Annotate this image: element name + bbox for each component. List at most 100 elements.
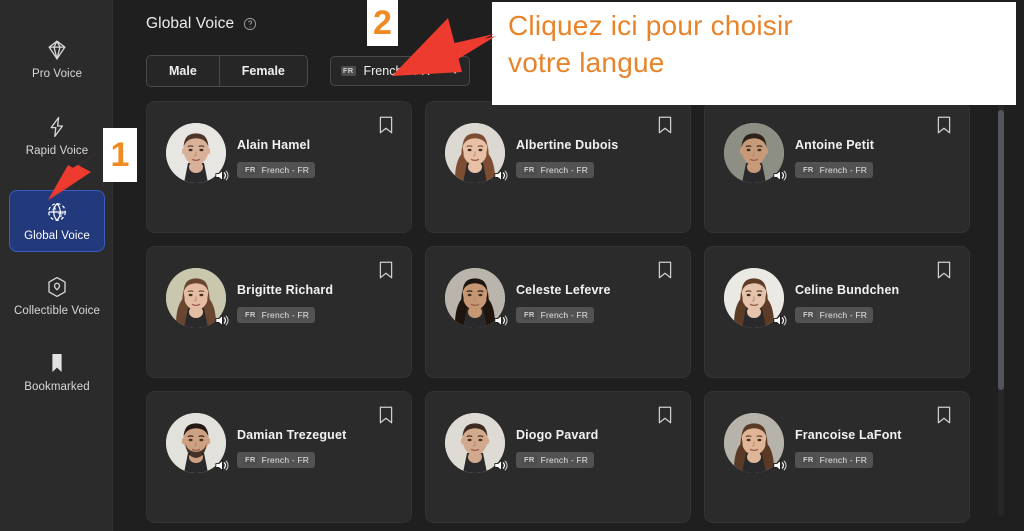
voice-language-label: French - FR [540, 455, 589, 465]
voice-card[interactable]: Francoise LaFont FR French - FR [704, 391, 970, 523]
avatar-wrapper [724, 413, 787, 473]
language-select-value: French - FR [363, 64, 431, 78]
voice-language-badge: FR French - FR [516, 452, 595, 468]
speaker-icon[interactable] [492, 312, 509, 329]
voice-language-badge: FR French - FR [237, 162, 316, 178]
chevron-down-icon [450, 68, 459, 74]
annotation-note-box: Cliquez ici pour choisir votre langue [492, 2, 1016, 105]
speaker-icon[interactable] [771, 457, 788, 474]
voice-name: Albertine Dubois [516, 138, 619, 152]
sidebar-item-label: Global Voice [24, 229, 90, 242]
voice-language-label: French - FR [819, 310, 868, 320]
flag-badge: FR [801, 165, 816, 175]
sidebar-item-pro-voice[interactable]: Pro Voice [9, 28, 105, 90]
speaker-icon[interactable] [492, 457, 509, 474]
page-header: Global Voice [146, 15, 257, 33]
sidebar-item-bookmarked[interactable]: Bookmarked [9, 341, 105, 403]
voice-name: Damian Trezeguet [237, 428, 347, 442]
voice-language-label: French - FR [261, 310, 310, 320]
voice-card[interactable]: Damian Trezeguet FR French - FR [146, 391, 412, 523]
avatar-wrapper [445, 268, 508, 328]
sidebar-item-label: Pro Voice [31, 67, 83, 80]
voice-language-badge: FR French - FR [795, 452, 874, 468]
speaker-icon[interactable] [213, 312, 230, 329]
speaker-icon[interactable] [492, 167, 509, 184]
voice-name: Francoise LaFont [795, 428, 902, 442]
flag-badge: FR [522, 165, 537, 175]
sidebar-item-global-voice[interactable]: A 文 Global Voice [9, 190, 105, 252]
voice-card[interactable]: Celeste Lefevre FR French - FR [425, 246, 691, 378]
gender-toggle-male[interactable]: Male [147, 56, 219, 86]
voice-name: Celine Bundchen [795, 283, 900, 297]
voice-card[interactable]: Diogo Pavard FR French - FR [425, 391, 691, 523]
voice-name: Brigitte Richard [237, 283, 334, 297]
gender-toggle-female[interactable]: Female [218, 56, 307, 86]
flag-badge: FR [522, 455, 537, 465]
annotation-step-1: 1 [103, 128, 137, 182]
flag-badge: FR [522, 310, 537, 320]
avatar-wrapper [166, 123, 229, 183]
translate-globe-icon: A 文 [45, 200, 69, 224]
voice-language-label: French - FR [261, 165, 310, 175]
avatar-wrapper [445, 123, 508, 183]
annotation-note-line-2: votre langue [508, 46, 665, 78]
bookmark-icon[interactable] [937, 116, 951, 134]
app-window: Pro Voice Rapid Voice A 文 Global Voice C… [0, 0, 1024, 531]
voice-name: Diogo Pavard [516, 428, 599, 442]
voice-language-badge: FR French - FR [795, 307, 874, 323]
voice-language-badge: FR French - FR [516, 307, 595, 323]
voice-language-label: French - FR [540, 310, 589, 320]
voice-card[interactable]: Brigitte Richard FR French - FR [146, 246, 412, 378]
voice-language-label: French - FR [261, 455, 310, 465]
bookmark-icon[interactable] [658, 406, 672, 424]
speaker-icon[interactable] [213, 167, 230, 184]
bookmark-icon[interactable] [658, 261, 672, 279]
voice-card[interactable]: Alain Hamel FR French - FR [146, 101, 412, 233]
voice-language-label: French - FR [819, 455, 868, 465]
voice-language-label: French - FR [819, 165, 868, 175]
sidebar-item-label: Rapid Voice [25, 144, 89, 157]
avatar-wrapper [445, 413, 508, 473]
flag-badge: FR [243, 455, 258, 465]
avatar-wrapper [724, 123, 787, 183]
speaker-icon[interactable] [771, 312, 788, 329]
flag-badge: FR [340, 66, 356, 76]
voice-card[interactable]: Celine Bundchen FR French - FR [704, 246, 970, 378]
bookmark-icon[interactable] [379, 116, 393, 134]
language-select[interactable]: FR French - FR [329, 56, 470, 86]
svg-text:文: 文 [58, 211, 64, 219]
annotation-step-2: 2 [367, 0, 398, 46]
sidebar-item-collectible-voice[interactable]: Collectible Voice [9, 265, 105, 327]
voice-card-grid: Alain Hamel FR French - FR Albertine Dub… [146, 101, 976, 523]
voice-language-badge: FR French - FR [237, 307, 316, 323]
voice-language-badge: FR French - FR [795, 162, 874, 178]
sidebar-item-label: Collectible Voice [13, 304, 101, 317]
scrollbar-thumb[interactable] [998, 110, 1004, 390]
bookmark-icon[interactable] [658, 116, 672, 134]
speaker-icon[interactable] [771, 167, 788, 184]
lightning-icon [45, 115, 69, 139]
question-circle-icon[interactable] [243, 17, 257, 31]
bookmark-icon[interactable] [937, 261, 951, 279]
bookmark-icon[interactable] [379, 406, 393, 424]
sidebar-item-rapid-voice[interactable]: Rapid Voice [9, 105, 105, 167]
flag-badge: FR [801, 310, 816, 320]
bookmark-icon [45, 351, 69, 375]
voice-language-badge: FR French - FR [237, 452, 316, 468]
svg-text:A: A [52, 205, 57, 212]
avatar-wrapper [166, 413, 229, 473]
speaker-icon[interactable] [213, 457, 230, 474]
bookmark-icon[interactable] [937, 406, 951, 424]
annotation-note-line-1: Cliquez ici pour choisir [508, 10, 793, 41]
cube-shield-icon [45, 275, 69, 299]
voice-card[interactable]: Antoine Petit FR French - FR [704, 101, 970, 233]
bookmark-icon[interactable] [379, 261, 393, 279]
flag-badge: FR [243, 165, 258, 175]
sidebar: Pro Voice Rapid Voice A 文 Global Voice C… [0, 0, 113, 531]
filter-controls: Male Female FR French - FR [146, 55, 470, 87]
voice-name: Celeste Lefevre [516, 283, 611, 297]
flag-badge: FR [801, 455, 816, 465]
avatar-wrapper [166, 268, 229, 328]
voice-card[interactable]: Albertine Dubois FR French - FR [425, 101, 691, 233]
scrollbar-track[interactable] [998, 96, 1004, 516]
